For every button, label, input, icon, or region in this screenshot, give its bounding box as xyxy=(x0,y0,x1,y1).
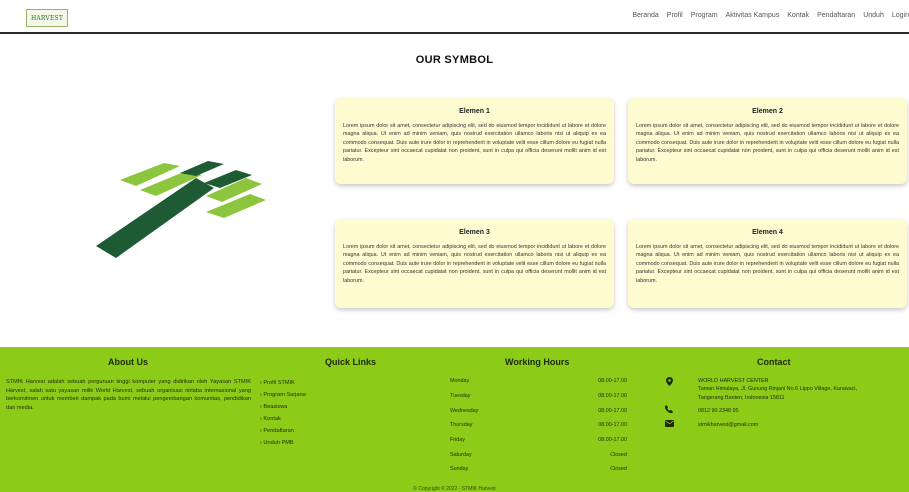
symbol-card-3: Elemen 3 Lorem ipsum dolor sit amet, con… xyxy=(335,219,614,308)
nav-link-kontak[interactable]: Kontak xyxy=(787,12,809,19)
working-hours-heading: Working Hours xyxy=(505,357,570,367)
quick-link-beasiswa[interactable]: › Beasiswa xyxy=(260,404,287,410)
contact-email[interactable]: stmikharvest@gmail.com xyxy=(698,421,873,429)
quick-link-label: Program Sarjana xyxy=(263,392,306,398)
nav-link-beranda[interactable]: Beranda xyxy=(632,12,658,19)
working-time: Closed xyxy=(610,452,627,458)
quick-link-label: Beasiswa xyxy=(263,404,288,410)
card-text: Lorem ipsum dolor sit amet, consectetur … xyxy=(343,123,606,163)
contact-address-name: WORLD HARVEST CENTER xyxy=(698,378,769,384)
quick-link-pendaftaran[interactable]: › Pendaftaran xyxy=(260,428,294,434)
working-time: 08.00-17.00 xyxy=(598,422,627,428)
copyright-text: © Copyright © 2022 - STMIK Harvest xyxy=(413,486,496,492)
working-time: 08.00-17.00 xyxy=(598,437,627,443)
card-title: Elemen 3 xyxy=(459,229,490,236)
quick-link-label: Kontak xyxy=(263,416,281,422)
section-title: OUR SYMBOL xyxy=(415,54,494,66)
nav-link-program[interactable]: Program xyxy=(691,12,718,19)
working-day: Thursday xyxy=(450,422,473,428)
card-text: Lorem ipsum dolor sit amet, consectetur … xyxy=(636,244,899,284)
contact-address: WORLD HARVEST CENTER Taman Himalaya, Jl.… xyxy=(698,377,873,402)
quick-link-unduh-pmb[interactable]: › Unduh PMB xyxy=(260,440,294,446)
quick-link-kontak[interactable]: › Kontak xyxy=(260,416,281,422)
symbol-card-4: Elemen 4 Lorem ipsum dolor sit amet, con… xyxy=(628,219,907,308)
contact-address-detail: Taman Himalaya, Jl. Gunung Rinjani No.6 … xyxy=(698,386,858,401)
quick-link-label: Pendaftaran xyxy=(263,428,294,434)
site-logo[interactable]: HARVEST xyxy=(26,9,68,27)
working-day: Tuesday xyxy=(450,393,471,399)
card-text: Lorem ipsum dolor sit amet, consectetur … xyxy=(343,244,606,284)
card-title: Elemen 2 xyxy=(752,108,783,115)
working-day: Sunday xyxy=(450,466,469,472)
card-title: Elemen 4 xyxy=(752,229,783,236)
symbol-card-1: Elemen 1 Lorem ipsum dolor sit amet, con… xyxy=(335,98,614,184)
nav-link-login[interactable]: Login xyxy=(892,12,909,19)
working-day: Saturday xyxy=(450,452,472,458)
working-day: Wednesday xyxy=(450,408,479,414)
nav-link-aktivitas-kampus[interactable]: Aktivitas Kampus xyxy=(726,12,780,19)
symbol-stripe-dark-2 xyxy=(180,161,224,176)
working-day: Friday xyxy=(450,437,465,443)
harvest-symbol-logo xyxy=(96,161,266,258)
working-time: 08.00-17.00 xyxy=(598,378,627,384)
about-text: STMIK Harvest adalah sebuah perguruan ti… xyxy=(6,379,251,411)
logo-text: HARVEST xyxy=(30,14,64,22)
nav-link-pendaftaran[interactable]: Pendaftaran xyxy=(817,12,855,19)
working-time: 08.00-17.00 xyxy=(598,408,627,414)
envelope-icon xyxy=(664,420,674,429)
working-time: Closed xyxy=(610,466,627,472)
quick-link-label: Profil STMIK xyxy=(263,380,295,386)
contact-phone[interactable]: 0812 90 2348 95 xyxy=(698,407,873,415)
quick-link-profil-stmik[interactable]: › Profil STMIK xyxy=(260,380,295,386)
nav-links: Beranda Profil Program Aktivitas Kampus … xyxy=(624,12,909,19)
phone-icon xyxy=(664,405,674,415)
card-title: Elemen 1 xyxy=(459,108,490,115)
quick-link-label: Unduh PMB xyxy=(263,440,294,446)
map-marker-icon xyxy=(664,377,674,388)
contact-heading: Contact xyxy=(757,357,791,367)
symbol-card-2: Elemen 2 Lorem ipsum dolor sit amet, con… xyxy=(628,98,907,184)
card-text: Lorem ipsum dolor sit amet, consectetur … xyxy=(636,123,899,163)
nav-link-profil[interactable]: Profil xyxy=(667,12,683,19)
working-time: 08.00-17.00 xyxy=(598,393,627,399)
working-day: Monday xyxy=(450,378,470,384)
quick-link-program-sarjana[interactable]: › Program Sarjana xyxy=(260,392,306,398)
about-heading: About Us xyxy=(108,357,148,367)
navbar: HARVEST Beranda Profil Program Aktivitas… xyxy=(0,0,909,34)
nav-link-unduh[interactable]: Unduh xyxy=(863,12,884,19)
quick-links-heading: Quick Links xyxy=(325,357,377,367)
